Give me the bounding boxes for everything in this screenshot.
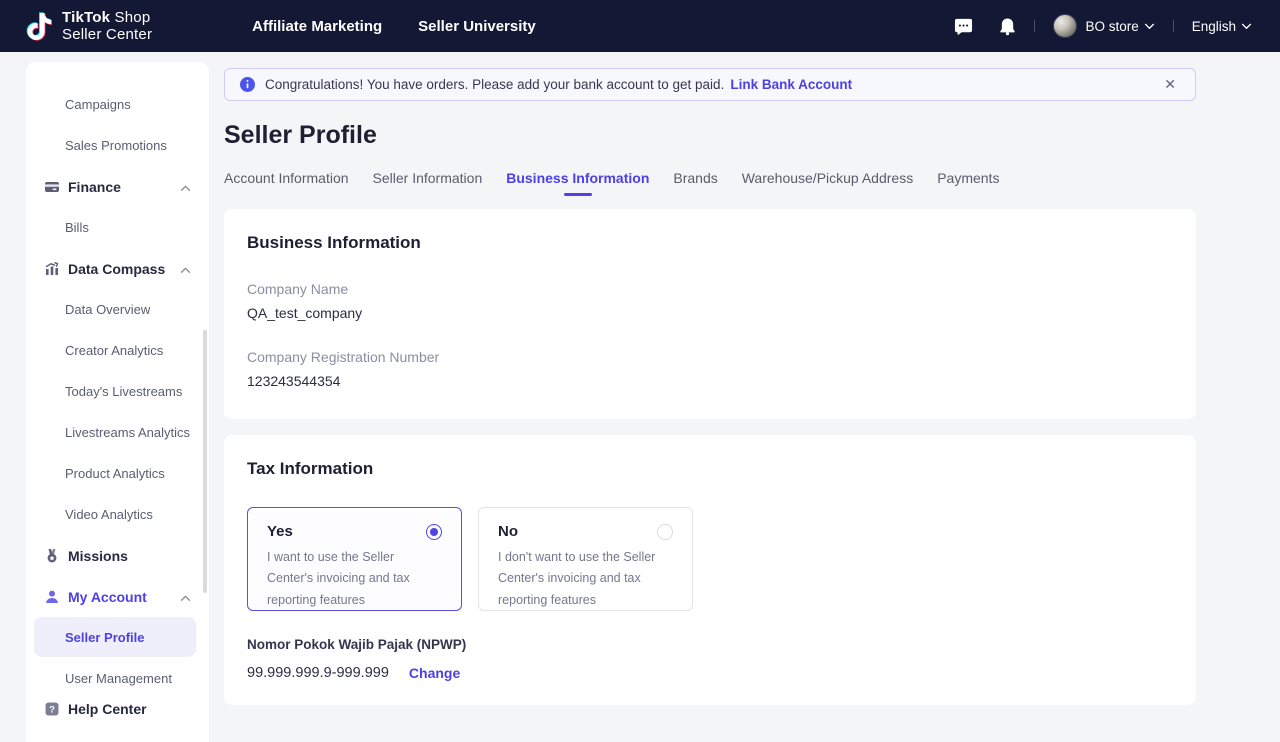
sidebar-item-missions[interactable]: Missions: [26, 535, 209, 576]
business-information-card: Business Information Company Name QA_tes…: [224, 209, 1196, 419]
sidebar-item-label: Campaigns: [65, 97, 131, 112]
sidebar-item-video-analytics[interactable]: Video Analytics: [26, 494, 209, 535]
sidebar-item-label: Data Overview: [65, 302, 150, 317]
tab-warehouse-pickup-address[interactable]: Warehouse/Pickup Address: [742, 170, 913, 196]
company-registration-number-value: 123243544354: [247, 373, 1172, 389]
nav-seller-university[interactable]: Seller University: [418, 18, 536, 35]
profile-tabs: Account Information Seller Information B…: [224, 170, 1196, 196]
sidebar-item-help-center[interactable]: ? Help Center: [26, 688, 209, 729]
sidebar-item-label: Data Compass: [68, 261, 165, 277]
npwp-value: 99.999.999.9-999.999: [247, 665, 389, 681]
chat-icon[interactable]: [954, 17, 973, 36]
sidebar-item-label: My Account: [68, 589, 147, 605]
sidebar-item-label: User Management: [65, 671, 172, 686]
sidebar-item-product-analytics[interactable]: Product Analytics: [26, 453, 209, 494]
orders-bank-banner: Congratulations! You have orders. Please…: [224, 68, 1196, 101]
banner-text: Congratulations! You have orders. Please…: [265, 77, 724, 92]
change-link[interactable]: Change: [409, 665, 460, 681]
chevron-up-icon: [180, 179, 191, 195]
main-content: Congratulations! You have orders. Please…: [224, 62, 1196, 705]
sidebar-item-seller-profile[interactable]: Seller Profile: [34, 617, 196, 657]
tiktok-logo-icon: [26, 12, 53, 41]
sidebar-item-data-compass[interactable]: Data Compass: [26, 248, 209, 289]
sidebar-item-bills[interactable]: Bills: [26, 207, 209, 248]
sidebar-item-sales-promotions[interactable]: Sales Promotions: [26, 125, 209, 166]
option-description: I don't want to use the Seller Center's …: [498, 547, 673, 611]
radio-unselected-icon[interactable]: [657, 524, 673, 540]
top-nav-links: Affiliate Marketing Seller University: [252, 18, 536, 35]
sidebar-scrollbar[interactable]: [203, 330, 207, 593]
sidebar-item-label: Livestreams Analytics: [65, 425, 190, 440]
sidebar-item-data-overview[interactable]: Data Overview: [26, 289, 209, 330]
sidebar-item-label: Finance: [68, 179, 121, 195]
store-name: BO store: [1085, 19, 1138, 34]
card-heading: Business Information: [247, 233, 1172, 253]
npwp-label: Nomor Pokok Wajib Pajak (NPWP): [247, 637, 1172, 652]
close-icon[interactable]: ✕: [1160, 74, 1180, 95]
option-label: No: [498, 523, 518, 540]
tab-seller-information[interactable]: Seller Information: [373, 170, 483, 196]
language-label: English: [1192, 19, 1236, 34]
tax-option-yes[interactable]: Yes I want to use the Seller Center's in…: [247, 507, 462, 611]
sidebar-item-campaigns[interactable]: Campaigns: [26, 84, 209, 125]
tab-account-information[interactable]: Account Information: [224, 170, 349, 196]
company-name-value: QA_test_company: [247, 305, 1172, 321]
sidebar-item-label: Help Center: [68, 701, 147, 717]
store-switcher[interactable]: BO store: [1053, 14, 1154, 38]
info-icon: [240, 77, 255, 92]
chevron-down-icon: [1144, 17, 1155, 35]
company-name-label: Company Name: [247, 281, 1172, 297]
sidebar-item-label: Sales Promotions: [65, 138, 167, 153]
medal-icon: [44, 548, 60, 564]
tab-brands[interactable]: Brands: [673, 170, 717, 196]
option-label: Yes: [267, 523, 293, 540]
nav-affiliate-marketing[interactable]: Affiliate Marketing: [252, 18, 382, 35]
sidebar-item-my-account[interactable]: My Account: [26, 576, 209, 617]
logo-text: TikTok Shop Seller Center: [62, 9, 152, 44]
sidebar-item-label: Product Analytics: [65, 466, 165, 481]
company-registration-number-label: Company Registration Number: [247, 349, 1172, 365]
top-navbar: TikTok Shop Seller Center Affiliate Mark…: [0, 0, 1280, 52]
tax-options: Yes I want to use the Seller Center's in…: [247, 507, 1172, 611]
language-selector[interactable]: English: [1192, 17, 1252, 35]
svg-text:?: ?: [49, 704, 55, 715]
sidebar-item-finance[interactable]: Finance: [26, 166, 209, 207]
bell-icon[interactable]: [999, 17, 1016, 36]
tax-option-no[interactable]: No I don't want to use the Seller Center…: [478, 507, 693, 611]
chevron-up-icon: [180, 261, 191, 277]
sidebar-item-creator-analytics[interactable]: Creator Analytics: [26, 330, 209, 371]
link-bank-account-link[interactable]: Link Bank Account: [730, 77, 852, 92]
store-avatar: [1053, 14, 1077, 38]
chevron-up-icon: [180, 589, 191, 605]
sidebar-item-label: Missions: [68, 548, 128, 564]
topbar-divider: [1034, 20, 1035, 32]
sidebar-item-label: Today's Livestreams: [65, 384, 182, 399]
tab-payments[interactable]: Payments: [937, 170, 999, 196]
page-title: Seller Profile: [224, 121, 1196, 150]
sidebar-item-label: Bills: [65, 220, 89, 235]
sidebar-item-label: Video Analytics: [65, 507, 153, 522]
user-icon: [44, 589, 60, 605]
topbar-right: BO store English: [954, 14, 1252, 38]
sidebar-item-livestreams-analytics[interactable]: Livestreams Analytics: [26, 412, 209, 453]
tiktok-shop-logo[interactable]: TikTok Shop Seller Center: [26, 9, 152, 44]
sidebar-item-label: Creator Analytics: [65, 343, 163, 358]
sidebar-item-label: Seller Profile: [65, 630, 144, 645]
question-icon: ?: [44, 701, 60, 717]
option-description: I want to use the Seller Center's invoic…: [267, 547, 442, 611]
bar-chart-icon: [44, 261, 60, 277]
topbar-divider: [1173, 20, 1174, 32]
chevron-down-icon: [1241, 17, 1252, 35]
sidebar-item-todays-livestreams[interactable]: Today's Livestreams: [26, 371, 209, 412]
tax-information-card: Tax Information Yes I want to use the Se…: [224, 435, 1196, 705]
radio-selected-icon[interactable]: [426, 524, 442, 540]
card-heading: Tax Information: [247, 459, 1172, 479]
credit-card-icon: [44, 179, 60, 195]
sidebar: Campaigns Sales Promotions Finance Bills…: [26, 62, 209, 742]
tab-business-information[interactable]: Business Information: [506, 170, 649, 196]
